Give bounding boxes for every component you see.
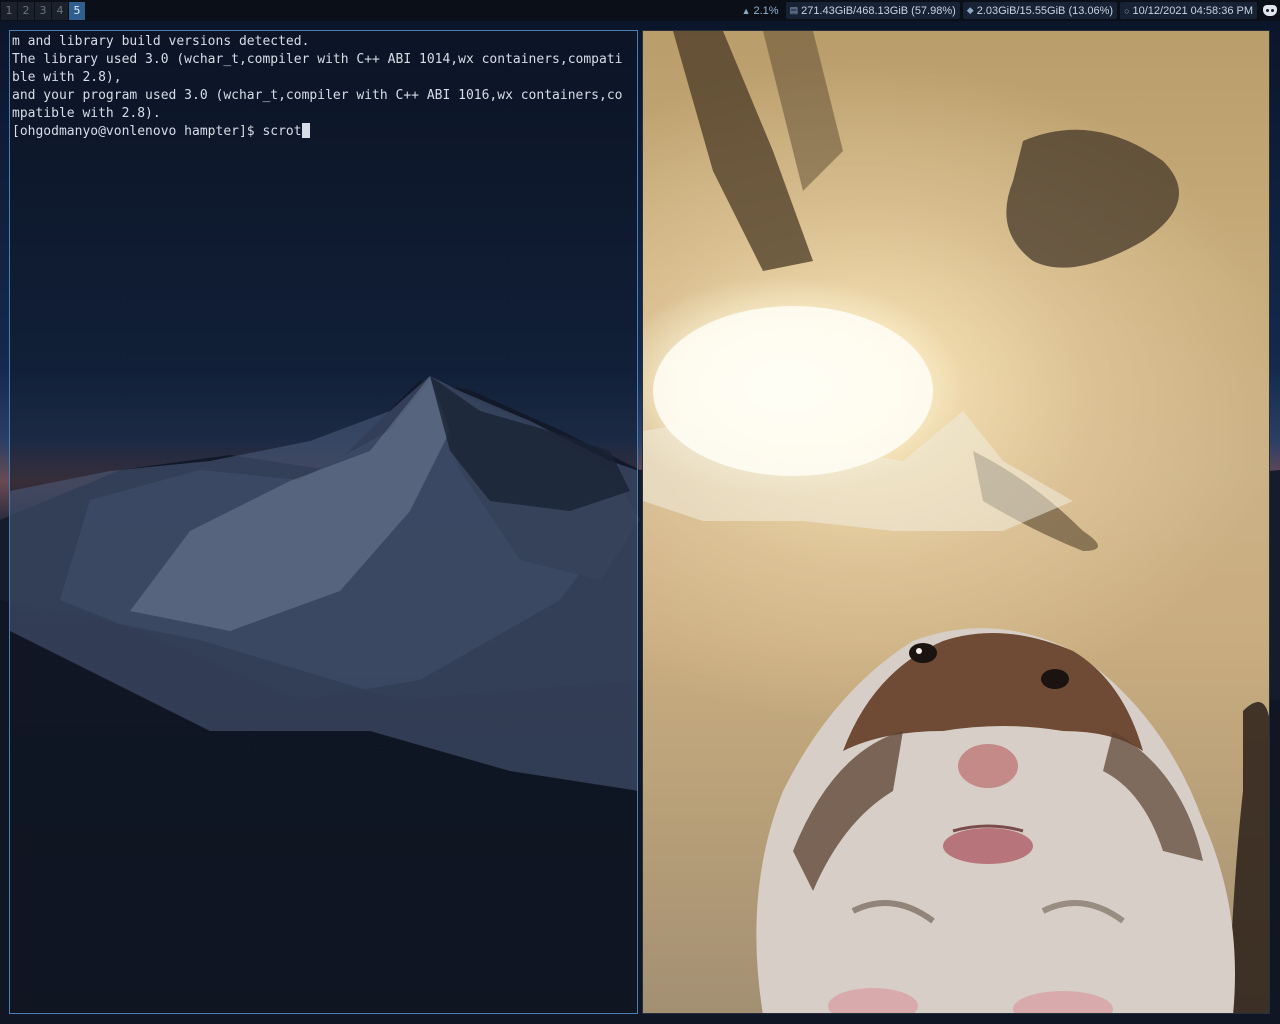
cpu-usage: 2.1% (753, 4, 779, 17)
terminal-line: and your program used 3.0 (wchar_t,compi… (12, 88, 623, 103)
memory-widget: ◆ 2.03GiB/15.55GiB (13.06%) (962, 2, 1118, 19)
terminal-line: ble with 2.8), (12, 70, 122, 85)
discord-icon[interactable] (1263, 5, 1277, 16)
disk-usage: 271.43GiB/468.13GiB (57.98%) (801, 4, 956, 17)
shell-prompt: [ohgodmanyo@vonlenovo hampter]$ (12, 124, 263, 139)
clock-widget: ○ 10/12/2021 04:58:36 PM (1120, 2, 1257, 19)
workspace-4-button[interactable]: 4 (52, 1, 68, 20)
memory-icon: ◆ (966, 5, 974, 15)
command-input[interactable]: scrot (262, 124, 301, 139)
workspace-5-button[interactable]: 5 (69, 1, 85, 20)
clock-icon: ○ (1124, 5, 1130, 16)
terminal-line: mpatible with 2.8). (12, 106, 161, 121)
terminal-line: m and library build versions detected. (12, 34, 310, 49)
top-status-bar: 1 2 3 4 5 ▲ 2.1% ▤ 271.43GiB/468.13GiB (… (0, 0, 1280, 21)
cpu-widget: ▲ 2.1% (738, 2, 783, 19)
workspace-1-button[interactable]: 1 (1, 1, 17, 20)
clock-datetime: 10/12/2021 04:58:36 PM (1132, 4, 1253, 17)
terminal-wallpaper-mountain (10, 376, 637, 791)
disk-icon: ▤ (789, 5, 799, 15)
workspace-2-button[interactable]: 2 (18, 1, 34, 20)
terminal-window[interactable]: m and library build versions detected. Th… (9, 30, 638, 1014)
hamster-photo (643, 31, 1269, 1013)
disk-widget: ▤ 271.43GiB/468.13GiB (57.98%) (785, 2, 960, 19)
terminal-output: m and library build versions detected. Th… (12, 33, 637, 141)
status-area: ▲ 2.1% ▤ 271.43GiB/468.13GiB (57.98%) ◆ … (735, 0, 1280, 21)
terminal-line: The library used 3.0 (wchar_t,compiler w… (12, 52, 623, 67)
image-viewer-window[interactable] (642, 30, 1270, 1014)
cpu-icon: ▲ (741, 5, 751, 16)
memory-usage: 2.03GiB/15.55GiB (13.06%) (976, 4, 1114, 17)
workspace-3-button[interactable]: 3 (35, 1, 51, 20)
text-cursor (301, 123, 310, 138)
terminal-prompt-line[interactable]: [ohgodmanyo@vonlenovo hampter]$ scrot (12, 123, 637, 141)
